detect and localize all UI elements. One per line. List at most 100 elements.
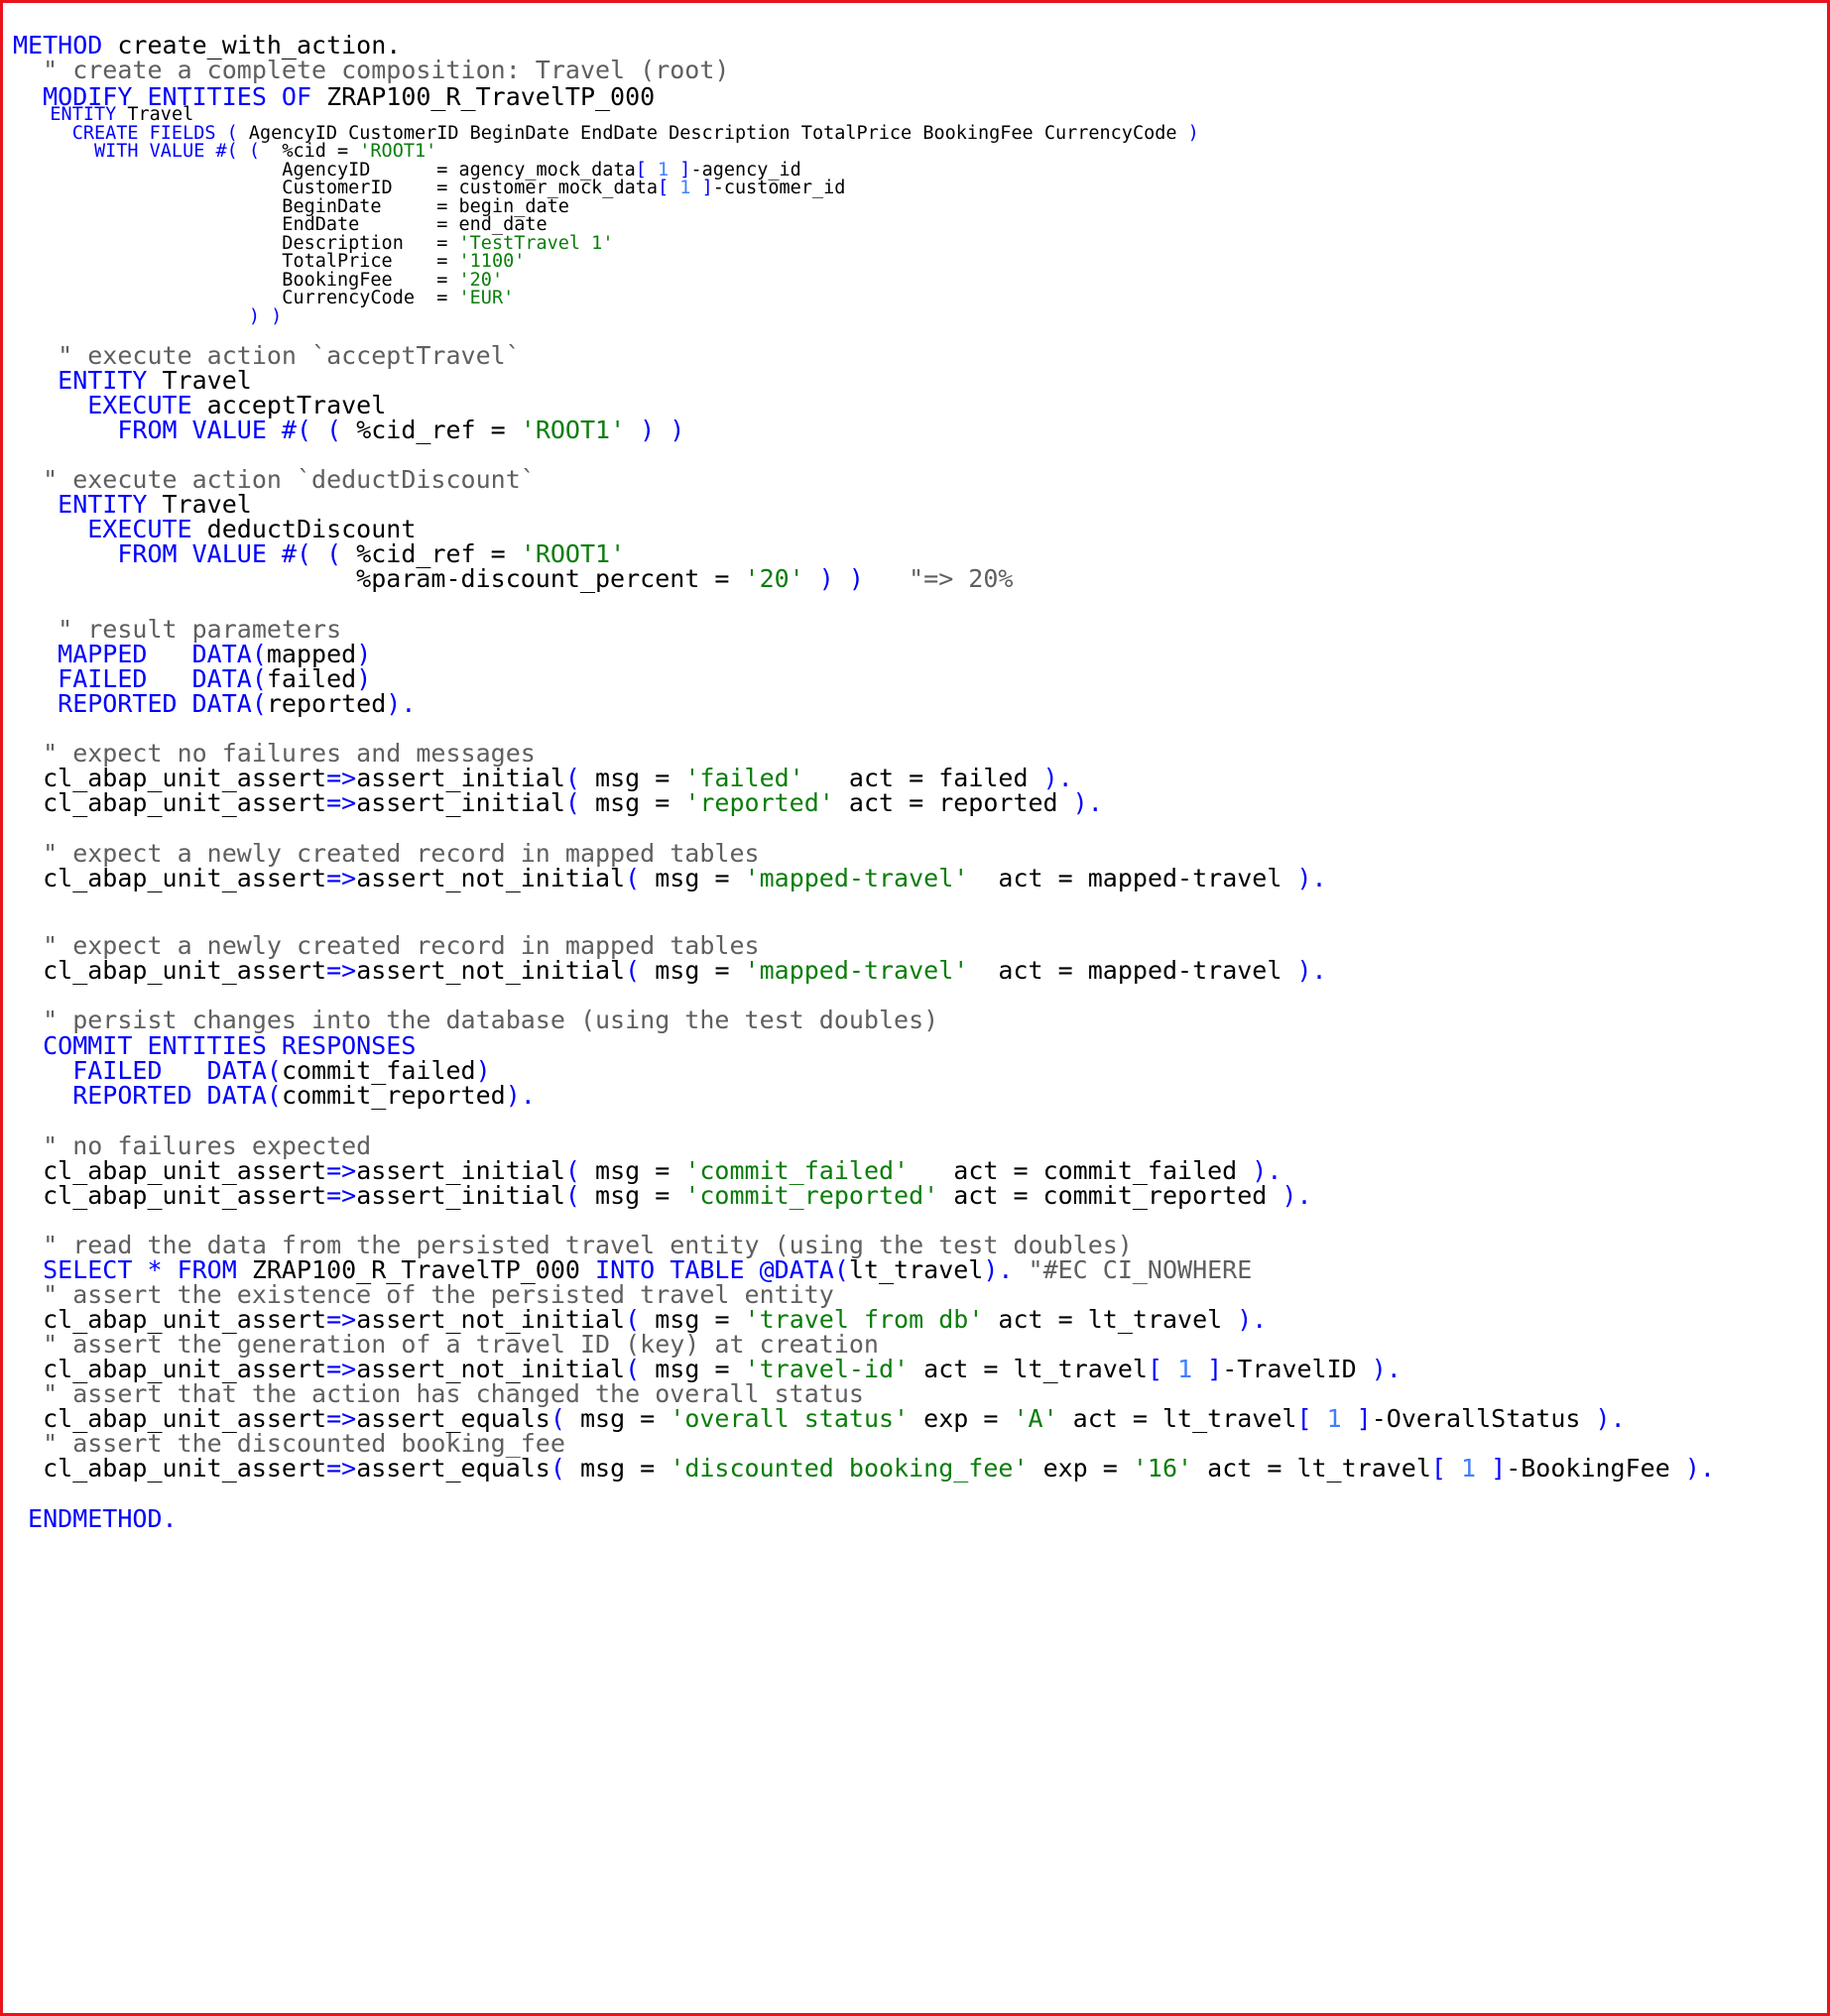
code-keyword: (: [625, 956, 656, 985]
code-line: CurrencyCode = 'EUR': [17, 288, 515, 308]
code-keyword: (: [549, 1454, 580, 1482]
code-line: " no failures expected: [13, 1133, 371, 1158]
code-line: " expect a newly created record in mappe…: [13, 841, 759, 866]
code-line: " persist changes into the database (usi…: [13, 1008, 938, 1032]
code-keyword: =>: [326, 788, 357, 817]
code-line: ENTITY Travel: [17, 104, 194, 125]
code-line: cl_abap_unit_assert=>assert_initial( msg…: [13, 766, 1073, 790]
code-text: exp =: [1028, 1454, 1133, 1482]
code-keyword: (: [564, 1181, 596, 1210]
code-keyword: REPORTED DATA(: [13, 1081, 282, 1110]
code-line: cl_abap_unit_assert=>assert_initial( msg…: [13, 790, 1103, 815]
code-keyword: [: [1147, 1355, 1178, 1383]
code-keyword: ).: [386, 689, 417, 718]
code-text: act = lt_travel: [1057, 1404, 1297, 1433]
code-line: cl_abap_unit_assert=>assert_not_initial(…: [13, 956, 1326, 985]
code-text: assert_initial: [356, 1181, 565, 1210]
code-text: act = reported: [833, 788, 1073, 817]
code-line: " read the data from the persisted trave…: [13, 1233, 1133, 1257]
code-keyword: ) ): [625, 415, 685, 444]
code-keyword: ).: [1296, 864, 1327, 892]
code-text: EndDate = end_date: [17, 214, 548, 235]
code-keyword: ) ): [803, 564, 864, 593]
code-keyword: ).: [1237, 1305, 1268, 1334]
code-keyword: ).: [505, 1081, 536, 1110]
code-line: cl_abap_unit_assert=>assert_initial( msg…: [13, 1158, 1281, 1183]
code-text: cl_abap_unit_assert: [13, 1454, 327, 1482]
code-number: 1: [1177, 1355, 1193, 1383]
code-line: FAILED DATA(commit_failed): [13, 1058, 490, 1083]
code-keyword: [: [658, 178, 680, 198]
code-text: lt_travel: [848, 1255, 984, 1284]
code-line: METHOD create_with_action.: [13, 33, 401, 58]
code-string: 'commit_reported': [684, 1181, 939, 1210]
code-keyword: ENTITY: [17, 104, 128, 125]
code-number: 1: [679, 178, 691, 198]
code-text: msg =: [595, 1181, 685, 1210]
code-line: cl_abap_unit_assert=>assert_not_initial(…: [13, 1307, 1267, 1332]
code-line: MAPPED DATA(mapped): [13, 642, 371, 666]
code-line: COMMIT ENTITIES RESPONSES: [13, 1033, 416, 1058]
code-keyword: ) ): [17, 306, 283, 327]
code-line: %param-discount_percent = '20' ) ) "=> 2…: [13, 566, 1013, 591]
code-text: assert_equals: [356, 1454, 550, 1482]
code-keyword: ENDMETHOD.: [13, 1504, 178, 1533]
code-text: act = commit_reported: [938, 1181, 1282, 1210]
code-text: msg =: [655, 956, 745, 985]
code-line: " assert the generation of a travel ID (…: [13, 1332, 879, 1357]
code-text: act = lt_travel: [1192, 1454, 1431, 1482]
code-string: 'discounted booking_fee': [670, 1454, 1029, 1482]
code-text: msg =: [595, 788, 685, 817]
code-comment: " persist changes into the database (usi…: [13, 1006, 939, 1034]
code-keyword: ]: [1476, 1454, 1507, 1482]
code-text: msg =: [579, 1404, 671, 1433]
code-keyword: ): [1187, 123, 1199, 144]
code-string: 'ROOT1': [520, 415, 626, 444]
code-string: '1100': [458, 251, 526, 272]
code-text: act = lt_travel: [909, 1355, 1148, 1383]
code-keyword: REPORTED DATA(: [13, 689, 267, 718]
code-string: 'overall status': [670, 1404, 910, 1433]
code-line: REPORTED DATA(commit_reported).: [13, 1083, 536, 1108]
code-keyword: (: [564, 788, 596, 817]
code-comment: "#EC CI_NOWHERE: [1013, 1255, 1253, 1284]
code-text: act = lt_travel: [983, 1305, 1238, 1334]
code-text: exp =: [909, 1404, 1014, 1433]
code-text: msg =: [655, 864, 745, 892]
code-keyword: ).: [1281, 1181, 1312, 1210]
code-text: act = mapped-travel: [968, 864, 1297, 892]
code-string: 'EUR': [458, 288, 515, 308]
code-line: cl_abap_unit_assert=>assert_not_initial(…: [13, 864, 1327, 892]
code-line: CustomerID = customer_mock_data[ 1 ]-cus…: [17, 178, 845, 198]
code-text: %cid_ref =: [356, 415, 521, 444]
code-text: commit_reported: [281, 1081, 506, 1110]
code-text: cl_abap_unit_assert: [13, 788, 327, 817]
code-text: -BookingFee: [1506, 1454, 1685, 1482]
code-text: cl_abap_unit_assert: [13, 864, 327, 892]
code-line: " assert the discounted booking_fee: [13, 1431, 565, 1456]
code-number: 1: [1326, 1404, 1342, 1433]
code-text: msg =: [579, 1454, 671, 1482]
code-keyword: ).: [1684, 1454, 1715, 1482]
code-text: Travel: [127, 104, 194, 125]
code-line: " execute action `acceptTravel`: [13, 343, 521, 368]
code-keyword: ).: [1595, 1404, 1626, 1433]
code-keyword: [: [1430, 1454, 1462, 1482]
code-line: FAILED DATA(failed): [13, 666, 371, 691]
code-text: CustomerID = customer_mock_data: [17, 178, 659, 198]
code-text: CurrencyCode =: [17, 288, 459, 308]
code-line: " execute action `deductDiscount`: [13, 467, 536, 492]
code-line: TotalPrice = '1100': [17, 251, 526, 272]
code-keyword: [: [1296, 1404, 1327, 1433]
code-text: assert_not_initial: [356, 864, 626, 892]
code-line: cl_abap_unit_assert=>assert_initial( msg…: [13, 1181, 1312, 1210]
code-editor-frame: METHOD create_with_action. " create a co…: [0, 0, 1830, 2016]
code-line: cl_abap_unit_assert=>assert_not_initial(…: [13, 1357, 1402, 1381]
code-text: cl_abap_unit_assert: [13, 956, 327, 985]
code-line: cl_abap_unit_assert=>assert_equals( msg …: [13, 1456, 1715, 1481]
code-keyword: =>: [326, 1454, 357, 1482]
code-line: ENTITY Travel: [13, 368, 252, 393]
code-keyword: WITH VALUE #( (: [17, 141, 283, 162]
code-keyword: ).: [1072, 788, 1103, 817]
code-comment: " create a complete composition: Travel …: [13, 56, 730, 84]
